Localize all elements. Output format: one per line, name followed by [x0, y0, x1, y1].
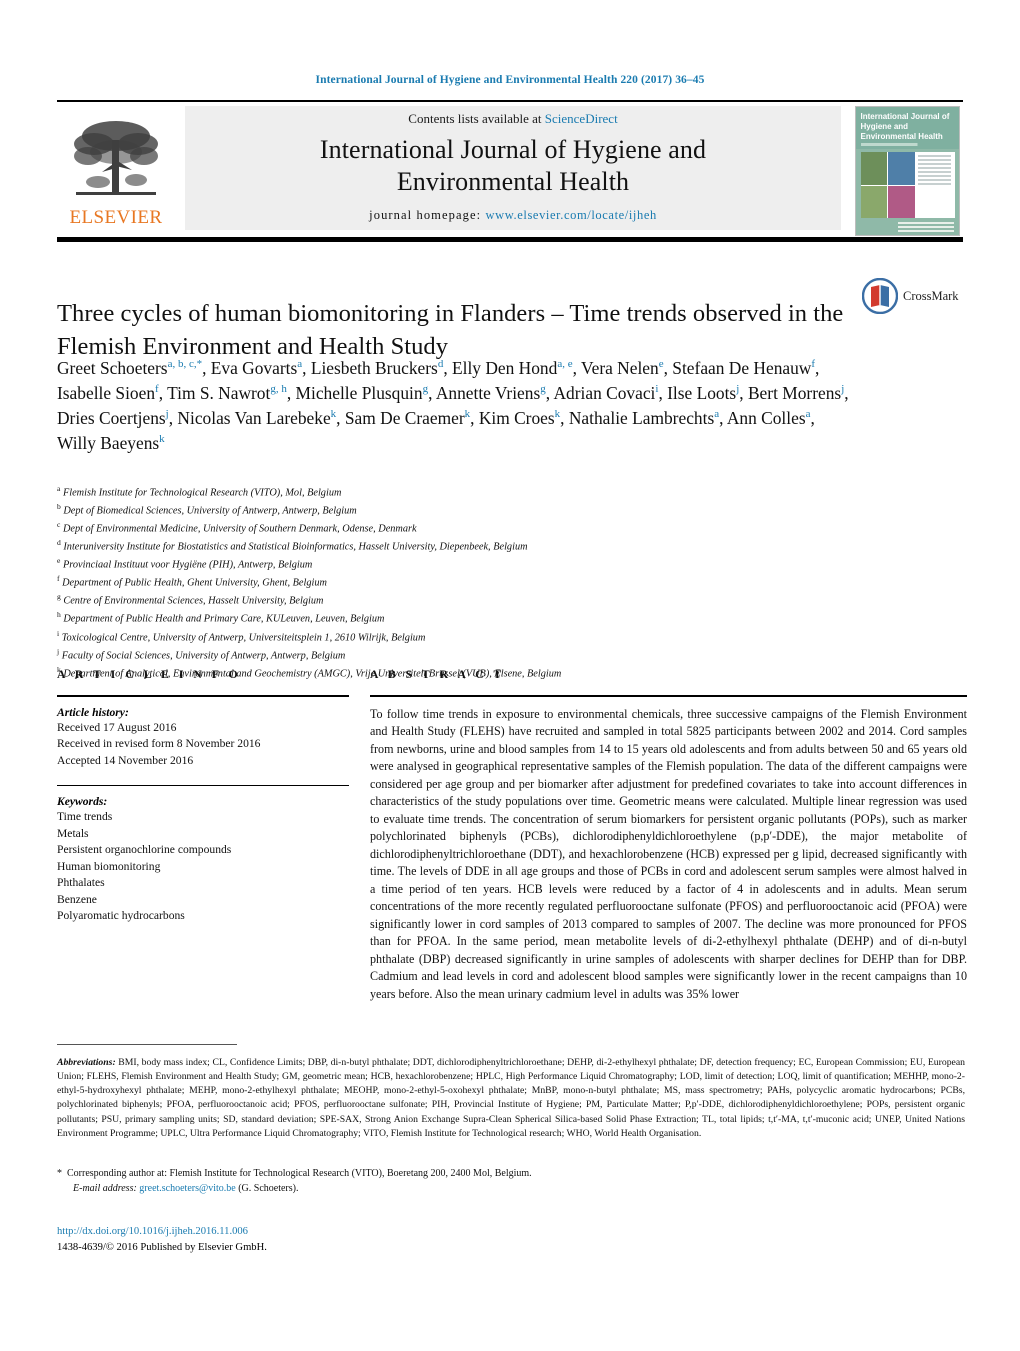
abbreviations-note: Abbreviations: BMI, body mass index; CL,…: [57, 1056, 965, 1141]
affiliation-item: h Department of Public Health and Primar…: [57, 609, 857, 627]
journal-cover-thumbnail: International Journal of Hygiene and Env…: [851, 106, 963, 236]
affiliation-item: a Flemish Institute for Technological Re…: [57, 483, 857, 501]
corresponding-text: Corresponding author at: Flemish Institu…: [67, 1168, 532, 1179]
article-info-rule-top: [57, 695, 349, 697]
doi-copyright-block: http://dx.doi.org/10.1016/j.ijheh.2016.1…: [57, 1224, 557, 1256]
article-info-rule-mid: [57, 785, 349, 787]
affiliation-text: Department of Public Health and Primary …: [60, 613, 385, 625]
running-head: International Journal of Hygiene and Env…: [315, 74, 705, 86]
keyword-item: Benzene: [57, 892, 97, 906]
journal-title-line-1: International Journal of Hygiene and: [319, 135, 707, 165]
affiliation-text: Centre of Environmental Sciences, Hassel…: [60, 595, 324, 607]
elsevier-wordmark: ELSEVIER: [69, 207, 163, 228]
copyright-line: 1438-4639/© 2016 Published by Elsevier G…: [57, 1241, 267, 1253]
affiliation-item: i Toxicological Centre, University of An…: [57, 628, 857, 646]
author-list: Greet Schoetersa, b, c,*, Eva Govartsa, …: [57, 358, 849, 453]
affiliation-item: j Faculty of Social Sciences, University…: [57, 646, 857, 664]
affiliation-item: e Provinciaal Instituut voor Hygiëne (PI…: [57, 555, 857, 573]
journal-homepage-link[interactable]: www.elsevier.com/locate/ijheh: [485, 208, 656, 222]
affiliation-text: Provinciaal Instituut voor Hygiëne (PIH)…: [60, 559, 313, 571]
journal-masthead: ELSEVIER Contents lists available at Sci…: [57, 100, 963, 236]
abstract-column: A B S T R A C T To follow time trends in…: [349, 668, 967, 1003]
article-info-column: A R T I C L E I N F O Article history: R…: [57, 668, 349, 1003]
keywords-list: Time trends Metals Persistent organochlori…: [57, 809, 349, 924]
masthead-center: Contents lists available at ScienceDirec…: [185, 106, 841, 230]
corresponding-author-line: * Corresponding author at: Flemish Instit…: [57, 1167, 965, 1182]
affiliation-text: Dept of Environmental Medicine, Universi…: [60, 523, 417, 535]
contents-prefix: Contents lists available at: [408, 111, 545, 127]
elsevier-tree-icon: [74, 121, 158, 195]
abbreviations-label: Abbreviations:: [57, 1057, 116, 1068]
email-suffix: (G. Schoeters).: [238, 1182, 299, 1194]
email-link[interactable]: greet.schoeters@vito.be: [139, 1183, 235, 1194]
crossmark-label: CrossMark: [903, 288, 959, 303]
paper-page: International Journal of Hygiene and Env…: [0, 0, 1020, 1351]
email-label: E-mail address:: [73, 1182, 137, 1194]
elsevier-logo: ELSEVIER: [57, 106, 175, 234]
affiliation-item: b Dept of Biomedical Sciences, Universit…: [57, 501, 857, 519]
affiliation-text: Faculty of Social Sciences, University o…: [59, 649, 346, 661]
page-title: Three cycles of human biomonitoring in F…: [57, 300, 844, 360]
sciencedirect-link[interactable]: ScienceDirect: [545, 111, 618, 126]
crossmark-badge[interactable]: CrossMark: [862, 278, 966, 314]
article-history-item: Received in revised form 8 November 2016: [57, 737, 261, 751]
affiliation-text: Flemish Institute for Technological Rese…: [60, 487, 342, 499]
keyword-item: Metals: [57, 826, 89, 840]
keyword-item: Persistent organochlorine compounds: [57, 843, 232, 857]
abstract-rule-top: [370, 695, 967, 697]
keyword-item: Time trends: [57, 810, 113, 824]
keyword-item: Phthalates: [57, 876, 105, 890]
article-info-heading: A R T I C L E I N F O: [57, 668, 242, 681]
article-history-item: Accepted 14 November 2016: [57, 753, 194, 767]
keyword-item: Polyaromatic hydrocarbons: [57, 909, 185, 923]
abbreviations-text: BMI, body mass index; CL, Confidence Lim…: [57, 1057, 965, 1139]
contents-available-line: Contents lists available at ScienceDirec…: [408, 111, 617, 127]
article-history-list: Received 17 August 2016 Received in revis…: [57, 720, 349, 769]
footnote-divider: [57, 1044, 237, 1045]
article-history-item: Received 17 August 2016: [57, 721, 177, 734]
affiliation-list: a Flemish Institute for Technological Re…: [57, 483, 857, 682]
cover-title-text: International Journal of Hygiene and Env…: [860, 112, 950, 141]
journal-title-line-2: Environmental Health: [396, 167, 630, 196]
email-line: E-mail address: greet.schoeters@vito.be …: [57, 1182, 965, 1197]
corresponding-author-note: * Corresponding author at: Flemish Instit…: [57, 1167, 965, 1197]
article-history-label: Article history:: [57, 706, 129, 719]
crossmark-icon: [862, 278, 898, 314]
affiliation-text: Dept of Biomedical Sciences, University …: [60, 505, 357, 517]
abstract-text: To follow time trends in exposure to env…: [370, 707, 967, 1001]
affiliation-item: d Interuniversity Institute for Biostati…: [57, 537, 857, 555]
affiliation-text: Interuniversity Institute for Biostatist…: [60, 541, 528, 553]
journal-title: International Journal of Hygiene and Env…: [320, 134, 706, 197]
keyword-item: Human biomonitoring: [57, 859, 161, 873]
affiliation-item: f Department of Public Health, Ghent Uni…: [57, 573, 857, 591]
journal-homepage-line: journal homepage: www.elsevier.com/locat…: [369, 208, 657, 223]
info-abstract-columns: A R T I C L E I N F O Article history: R…: [57, 668, 967, 1003]
affiliation-text: Department of Public Health, Ghent Unive…: [59, 577, 327, 589]
affiliation-item: g Centre of Environmental Sciences, Hass…: [57, 591, 857, 609]
corresponding-star: *: [57, 1168, 62, 1179]
keywords-label: Keywords:: [57, 795, 108, 809]
affiliation-text: Toxicological Centre, University of Antw…: [59, 631, 426, 643]
affiliation-item: c Dept of Environmental Medicine, Univer…: [57, 519, 857, 537]
journal-homepage-label: journal homepage:: [369, 207, 482, 222]
abstract-heading: A B S T R A C T: [370, 668, 505, 681]
doi-link[interactable]: http://dx.doi.org/10.1016/j.ijheh.2016.1…: [57, 1224, 557, 1240]
title-divider: [57, 237, 963, 242]
